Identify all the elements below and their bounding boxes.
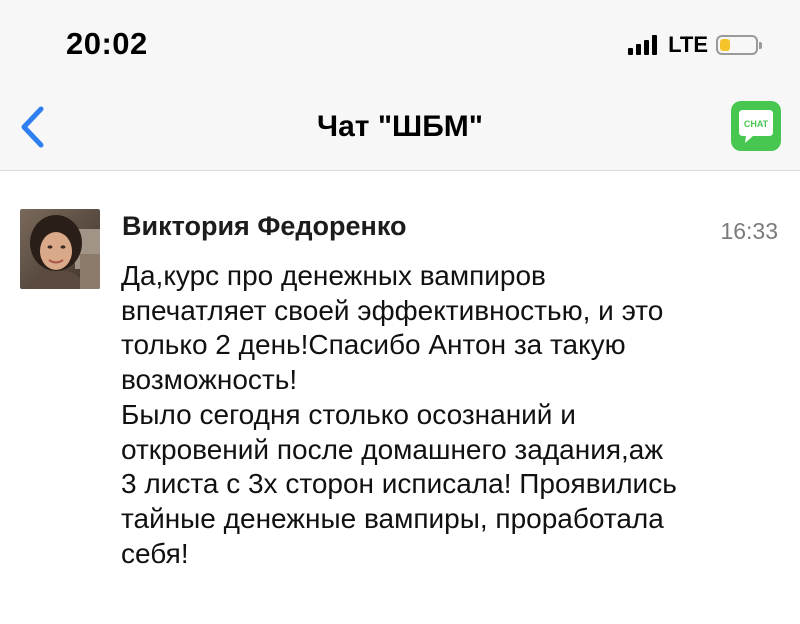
top-bar: 20:02 LTE Чат "ШБМ" CHAT bbox=[0, 0, 800, 171]
avatar[interactable] bbox=[20, 209, 100, 289]
battery-cap bbox=[759, 42, 762, 49]
chat-button-label: CHAT bbox=[744, 119, 769, 129]
chat-bubble-icon: CHAT bbox=[739, 110, 773, 143]
network-label: LTE bbox=[668, 32, 708, 57]
status-time: 20:02 bbox=[66, 26, 148, 61]
sender-name: Виктория Федоренко bbox=[122, 211, 407, 241]
battery-icon bbox=[716, 35, 762, 55]
message-text: Да,курс про денежных вампиров впечатляет… bbox=[121, 260, 677, 569]
status-indicators: LTE bbox=[628, 30, 762, 60]
message-time: 16:33 bbox=[720, 218, 778, 244]
message-item[interactable]: Виктория Федоренко 16:33 Да,курс про ден… bbox=[0, 171, 800, 624]
signal-icon bbox=[628, 35, 660, 55]
chat-app-button[interactable]: CHAT bbox=[731, 101, 781, 151]
avatar-photo bbox=[20, 209, 100, 289]
battery-level bbox=[720, 39, 730, 51]
chat-title: Чат "ШБМ" bbox=[317, 110, 483, 143]
